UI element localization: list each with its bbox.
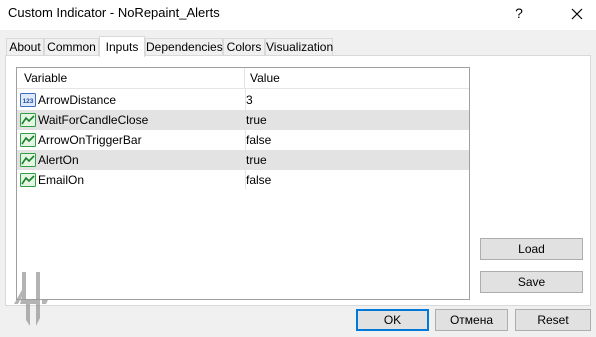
- row-variable-name: EmailOn: [38, 173, 85, 187]
- bool-param-icon: [20, 153, 36, 167]
- tab-inputs[interactable]: Inputs: [99, 36, 145, 57]
- cancel-button[interactable]: Отмена: [435, 309, 508, 331]
- close-button[interactable]: [563, 1, 591, 27]
- watermark-logo: [14, 272, 48, 326]
- row-value[interactable]: true: [246, 150, 267, 170]
- window-title: Custom Indicator - NoRepaint_Alerts: [8, 5, 220, 20]
- column-header-variable[interactable]: Variable: [17, 68, 245, 89]
- inputs-panel: Variable Value 123 ArrowDistance 3 WaitF…: [5, 55, 591, 306]
- row-variable-name: ArrowOnTriggerBar: [38, 133, 142, 147]
- inputs-grid: Variable Value 123 ArrowDistance 3 WaitF…: [16, 67, 470, 300]
- close-icon: [571, 8, 583, 20]
- bool-param-icon: [20, 113, 36, 127]
- table-row[interactable]: AlertOn true: [17, 150, 469, 170]
- table-row[interactable]: ArrowOnTriggerBar false: [17, 130, 469, 150]
- save-button[interactable]: Save: [480, 271, 583, 293]
- title-bar: Custom Indicator - NoRepaint_Alerts ?: [0, 0, 596, 30]
- table-row[interactable]: WaitForCandleClose true: [17, 110, 469, 130]
- row-value[interactable]: 3: [246, 90, 253, 110]
- bool-param-icon: [20, 173, 36, 187]
- bool-param-icon: [20, 133, 36, 147]
- row-variable-name: ArrowDistance: [38, 93, 117, 107]
- row-value[interactable]: false: [246, 170, 271, 190]
- ok-button[interactable]: OK: [356, 309, 429, 331]
- row-value[interactable]: false: [246, 130, 271, 150]
- row-variable-name: WaitForCandleClose: [38, 113, 149, 127]
- svg-text:123: 123: [23, 98, 34, 105]
- table-row[interactable]: 123 ArrowDistance 3: [17, 90, 469, 110]
- integer-param-icon: 123: [20, 93, 36, 107]
- row-value[interactable]: true: [246, 110, 267, 130]
- row-variable-name: AlertOn: [38, 153, 79, 167]
- reset-button[interactable]: Reset: [515, 309, 591, 331]
- help-button[interactable]: ?: [506, 1, 532, 27]
- load-button[interactable]: Load: [480, 238, 583, 260]
- grid-header: Variable Value: [17, 68, 469, 89]
- table-row[interactable]: EmailOn false: [17, 170, 469, 190]
- column-header-value[interactable]: Value: [245, 68, 469, 89]
